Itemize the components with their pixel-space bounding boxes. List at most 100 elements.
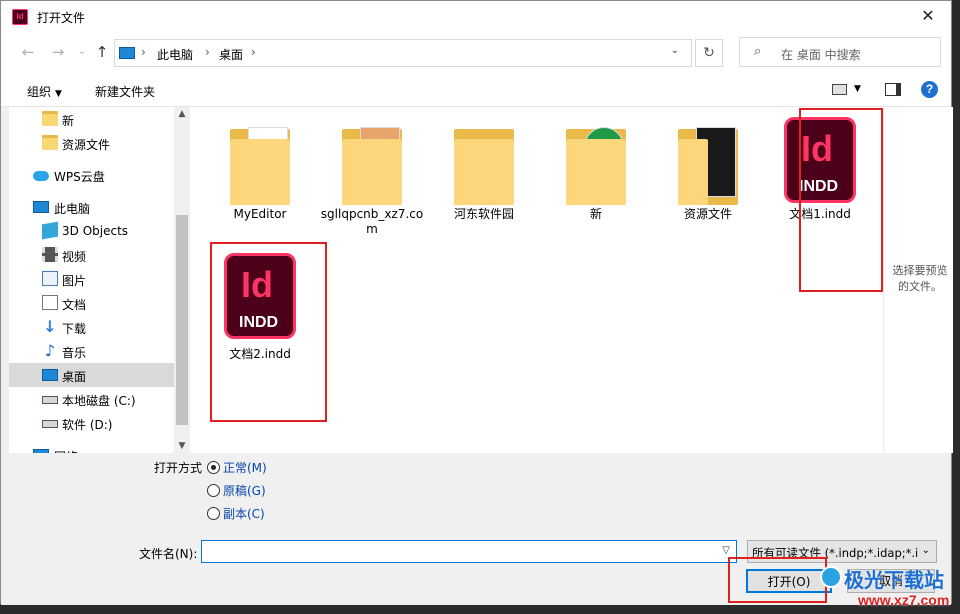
watermark-title: 极光下载站	[844, 570, 944, 592]
folder-icon	[228, 121, 292, 207]
sidebar-item-wps-cloud[interactable]: WPS云盘	[9, 163, 174, 187]
preview-message: 选择要预览的文件。	[892, 264, 948, 293]
new-folder-button[interactable]: 新建文件夹	[95, 83, 155, 100]
file-label: sgllqpcnb_xz7.com	[320, 207, 424, 236]
close-button[interactable]: ✕	[905, 1, 951, 31]
search-input[interactable]: ⌕ 在 桌面 中搜索	[739, 37, 941, 67]
highlight-box-doc2	[210, 242, 327, 422]
breadcrumb-this-pc[interactable]: 此电脑	[157, 46, 193, 63]
sidebar-item-drive-d[interactable]: 软件 (D:)	[9, 411, 174, 435]
search-placeholder: 在 桌面 中搜索	[781, 48, 861, 62]
breadcrumb-separator-icon[interactable]: ›	[141, 45, 146, 59]
file-label: 新	[589, 207, 602, 221]
folder-icon	[42, 135, 58, 150]
filename-label: 文件名(N):	[139, 547, 198, 561]
radio-normal[interactable]	[207, 461, 220, 474]
address-dropdown-chevron-icon[interactable]: ⌄	[671, 45, 679, 56]
sidebar-item-drive-c[interactable]: 本地磁盘 (C:)	[9, 387, 174, 411]
breadcrumb-desktop[interactable]: 桌面	[219, 46, 243, 63]
document-icon	[42, 295, 58, 310]
preview-pane-icon[interactable]	[885, 83, 901, 96]
image-icon	[42, 271, 58, 286]
radio-normal-label[interactable]: 正常(M)	[223, 459, 267, 476]
address-bar[interactable]: › 此电脑 › 桌面 › ⌄	[114, 39, 692, 67]
folder-icon	[564, 121, 628, 207]
sidebar-item-label: 下载	[62, 322, 87, 336]
file-item-sgllqpcnb[interactable]: sgllqpcnb_xz7.com	[317, 121, 427, 237]
file-item-new[interactable]: 新	[541, 121, 651, 222]
download-arrow-icon: ↓	[43, 317, 57, 336]
sidebar-item-network[interactable]: 网络	[9, 443, 174, 453]
sidebar-item-label: 新	[62, 114, 75, 128]
sidebar-item-this-pc[interactable]: 此电脑	[9, 195, 174, 219]
scroll-up-icon[interactable]: ▲	[174, 109, 190, 119]
drive-icon	[42, 396, 58, 404]
file-item-myeditor[interactable]: MyEditor	[205, 121, 315, 222]
sidebar-item-label: 软件 (D:)	[62, 418, 113, 432]
view-options-caret-icon[interactable]: ▼	[854, 84, 861, 94]
filename-input[interactable]: ▽	[201, 540, 737, 563]
search-icon: ⌕	[754, 44, 762, 59]
sidebar-item-label: 桌面	[62, 370, 87, 384]
sidebar-item-desktop[interactable]: 桌面	[9, 363, 174, 387]
drive-icon	[42, 420, 58, 428]
highlight-box-open	[728, 557, 827, 603]
title-bar: Id 打开文件 ✕	[1, 1, 951, 33]
forward-arrow-icon[interactable]: →	[47, 41, 69, 63]
change-view-icon[interactable]	[832, 84, 847, 95]
sidebar-item-label: 音乐	[62, 346, 87, 360]
radio-copy[interactable]	[207, 507, 220, 520]
command-toolbar: 组织 ▼ 新建文件夹 ▼ ?	[1, 73, 951, 107]
sidebar-item-label: 视频	[62, 250, 87, 264]
cube-icon	[42, 221, 58, 240]
file-label: 河东软件园	[453, 207, 514, 221]
sidebar-item-label: 文档	[62, 298, 87, 312]
file-type-chevron-icon: ⌄	[921, 545, 930, 556]
watermark-url: www.xz7.com	[858, 592, 950, 608]
watermark: 极光下载站 www.xz7.com	[818, 560, 960, 614]
sidebar-item-label: 此电脑	[54, 202, 91, 216]
desktop-icon	[42, 369, 58, 381]
sidebar-item-resources[interactable]: 资源文件	[9, 131, 174, 155]
breadcrumb-separator-icon[interactable]: ›	[205, 45, 210, 59]
breadcrumb-separator-icon[interactable]: ›	[251, 45, 256, 59]
navigation-pane: 新 资源文件 WPS云盘 此电脑 3D Objects 视频 图片 文档 ↓ 下…	[9, 107, 191, 453]
indesign-app-icon: Id	[12, 9, 28, 25]
highlight-box-doc1	[799, 108, 883, 292]
recent-locations-chevron-icon[interactable]: ⌄	[71, 41, 93, 63]
file-label: 资源文件	[683, 207, 732, 221]
sidebar-item-label: 图片	[62, 274, 87, 288]
folder-icon	[42, 111, 58, 126]
file-item-hedong[interactable]: 河东软件园	[429, 121, 539, 222]
sidebar-item-downloads[interactable]: ↓ 下载	[9, 315, 174, 339]
sidebar-item-music[interactable]: ♪ 音乐	[9, 339, 174, 363]
sidebar-item-label: WPS云盘	[54, 170, 105, 184]
radio-original-label[interactable]: 原稿(G)	[223, 482, 266, 499]
sidebar-item-new[interactable]: 新	[9, 107, 174, 131]
open-file-dialog: Id 打开文件 ✕ ← → ⌄ ↑ › 此电脑 › 桌面 › ⌄ ↻ ⌕ 在 桌…	[0, 0, 953, 605]
sidebar-scrollbar[interactable]: ▲ ▼	[174, 107, 190, 453]
sidebar-item-documents[interactable]: 文档	[9, 291, 174, 315]
sidebar-item-3d-objects[interactable]: 3D Objects	[9, 219, 174, 243]
navigation-bar: ← → ⌄ ↑ › 此电脑 › 桌面 › ⌄ ↻ ⌕ 在 桌面 中搜索	[1, 33, 951, 73]
organize-menu-button[interactable]: 组织 ▼	[27, 83, 62, 100]
sidebar-item-pictures[interactable]: 图片	[9, 267, 174, 291]
help-icon[interactable]: ?	[921, 81, 938, 98]
up-arrow-icon[interactable]: ↑	[91, 41, 113, 63]
sidebar-item-label: 本地磁盘 (C:)	[62, 394, 136, 408]
open-mode-label: 打开方式	[154, 461, 203, 475]
filename-history-chevron-icon[interactable]: ▽	[722, 545, 730, 556]
scroll-thumb[interactable]	[176, 215, 188, 425]
radio-original[interactable]	[207, 484, 220, 497]
sidebar-item-videos[interactable]: 视频	[9, 243, 174, 267]
music-note-icon: ♪	[44, 341, 56, 360]
file-item-resources[interactable]: 资源文件	[653, 121, 763, 222]
radio-copy-label[interactable]: 副本(C)	[223, 505, 265, 522]
folder-icon	[676, 121, 740, 207]
back-arrow-icon[interactable]: ←	[17, 41, 39, 63]
refresh-button[interactable]: ↻	[695, 39, 723, 67]
computer-icon	[33, 201, 49, 213]
film-icon	[42, 247, 58, 262]
scroll-down-icon[interactable]: ▼	[174, 441, 190, 451]
folder-icon	[452, 121, 516, 207]
